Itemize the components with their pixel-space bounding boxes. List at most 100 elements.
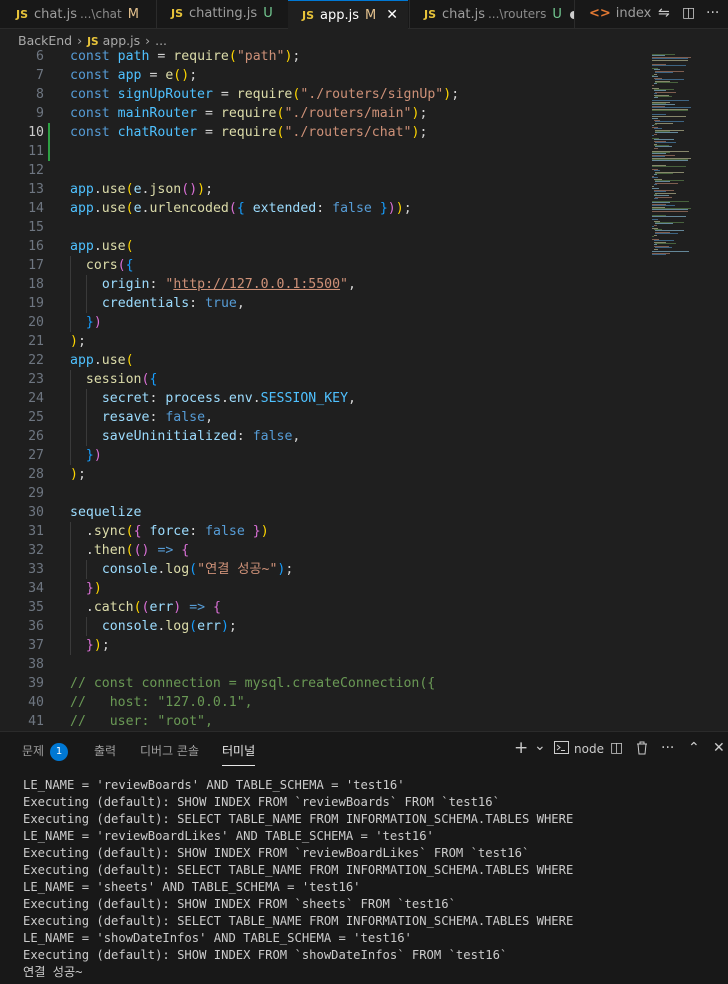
code-line[interactable]: 30 sequelize: [0, 503, 640, 522]
code-line[interactable]: 9 const mainRouter = require("./routers/m…: [0, 104, 640, 123]
code-line[interactable]: 39 // const connection = mysql.createConn…: [0, 674, 640, 693]
code-line[interactable]: 19 credentials: true,: [0, 294, 640, 313]
code-text: console.log("연결 성공~");: [101, 562, 294, 577]
tab-terminal[interactable]: 터미널: [222, 742, 256, 766]
modified-gutter-marker[interactable]: [48, 123, 50, 142]
line-number: 8: [36, 87, 44, 102]
code-line[interactable]: 15: [0, 218, 640, 237]
code-line[interactable]: 40 // host: "127.0.0.1",: [0, 693, 640, 712]
minimap-line: [655, 173, 673, 174]
line-number: 30: [28, 505, 44, 520]
breadcrumb-folder[interactable]: BackEnd: [18, 33, 72, 48]
breadcrumb-symbol[interactable]: ...: [155, 33, 167, 48]
breadcrumb-file[interactable]: app.js: [103, 33, 141, 48]
code-line[interactable]: 24 secret: process.env.SESSION_KEY,: [0, 389, 640, 408]
editor-scrollbar[interactable]: [718, 48, 728, 730]
maximize-panel-icon[interactable]: ⌃: [688, 740, 700, 756]
minimap[interactable]: [652, 48, 720, 256]
more-actions-icon[interactable]: ···: [706, 5, 719, 21]
code-line[interactable]: 13 app.use(e.json());: [0, 180, 640, 199]
minimap-line: [655, 122, 673, 124]
minimap-line: [652, 216, 687, 218]
code-line[interactable]: 17 cors({: [0, 256, 640, 275]
tab-status: U: [552, 7, 562, 22]
line-number: 40: [28, 695, 44, 710]
code-line[interactable]: 28);: [0, 465, 640, 484]
minimap-line: [653, 73, 657, 75]
line-number: 7: [36, 68, 44, 83]
code-text: secret: process.env.SESSION_KEY,: [101, 391, 356, 406]
code-line[interactable]: 22 app.use(: [0, 351, 640, 370]
code-line[interactable]: 41 // user: "root",: [0, 712, 640, 730]
code-line[interactable]: 7 const app = e();: [0, 66, 640, 85]
code-line[interactable]: 26 saveUninitialized: false,: [0, 427, 640, 446]
code-line[interactable]: 10 const chatRouter = require("./routers/…: [0, 123, 640, 142]
editor-tab-bar: JS chat.js ...\chat M JS chatting.js U JS app.…: [0, 0, 728, 29]
js-file-icon: JS: [16, 8, 29, 21]
code-line[interactable]: 16 app.use(: [0, 237, 640, 256]
tab-debug-console[interactable]: 디버그 콘솔: [140, 742, 199, 759]
code-line[interactable]: 36 console.log(err);: [0, 617, 640, 636]
compare-changes-icon[interactable]: ⇋: [658, 5, 670, 21]
code-line[interactable]: 37 });: [0, 636, 640, 655]
tab-chat-js-routers[interactable]: JS chat.js ...\routers U: [409, 0, 574, 28]
code-editor[interactable]: 6 const path = require("path"); 7 const app…: [0, 48, 728, 730]
tab-chatting-js[interactable]: JS chatting.js U: [156, 0, 287, 28]
code-text: .sync({ force: false }): [85, 524, 269, 539]
code-line[interactable]: 23 session({: [0, 370, 640, 389]
trash-icon[interactable]: [636, 741, 648, 759]
chevron-right-icon: ›: [77, 33, 83, 48]
line-number: 36: [28, 619, 44, 634]
code-line[interactable]: 8 const signUpRouter = require("./routers…: [0, 85, 640, 104]
minimap-line: [653, 224, 657, 226]
terminal-shell-label[interactable]: node: [574, 742, 604, 756]
tab-app-js[interactable]: JS app.js M ✕: [288, 0, 408, 29]
code-line[interactable]: 14 app.use(e.urlencoded({ extended: false…: [0, 199, 640, 218]
line-number: 25: [28, 410, 44, 425]
minimap-line: [655, 192, 676, 194]
terminal-line: Executing (default): SELECT TABLE_NAME F…: [23, 914, 574, 928]
code-line[interactable]: 38: [0, 655, 640, 674]
code-line[interactable]: 27 }): [0, 446, 640, 465]
chevron-down-icon[interactable]: ⌄: [534, 738, 546, 754]
line-number: 21: [28, 334, 44, 349]
code-text: );: [70, 334, 86, 349]
terminal-output[interactable]: LE_NAME = 'reviewBoards' AND TABLE_SCHEM…: [23, 777, 573, 981]
split-editor-icon[interactable]: ◫: [682, 5, 695, 21]
close-panel-icon[interactable]: ✕: [713, 740, 725, 756]
split-terminal-icon[interactable]: ◫: [610, 740, 623, 756]
line-number: 32: [28, 543, 44, 558]
minimap-line: [655, 223, 673, 225]
tab-label: 문제: [22, 744, 45, 758]
code-line[interactable]: 11: [0, 142, 640, 161]
line-number: 17: [28, 258, 44, 273]
code-line[interactable]: 20 }): [0, 313, 640, 332]
code-line[interactable]: 32 .then(() => {: [0, 541, 640, 560]
code-line[interactable]: 33 console.log("연결 성공~");: [0, 560, 640, 579]
modified-gutter-marker[interactable]: [48, 142, 50, 161]
more-actions-icon[interactable]: ···: [661, 740, 674, 756]
code-line[interactable]: 34 }): [0, 579, 640, 598]
minimap-line: [652, 254, 667, 256]
code-line[interactable]: 25 resave: false,: [0, 408, 640, 427]
tab-problems[interactable]: 문제 1: [22, 742, 69, 761]
minimap-line: [652, 115, 687, 117]
code-line[interactable]: 29: [0, 484, 640, 503]
new-terminal-icon[interactable]: +: [514, 738, 528, 758]
code-line[interactable]: 21);: [0, 332, 640, 351]
code-text: }): [85, 581, 102, 596]
code-line[interactable]: 12: [0, 161, 640, 180]
line-number: 26: [28, 429, 44, 444]
js-file-icon: JS: [424, 8, 437, 21]
close-icon[interactable]: ✕: [386, 7, 398, 23]
code-line[interactable]: 35 .catch((err) => {: [0, 598, 640, 617]
minimap-line: [652, 59, 688, 61]
tab-output[interactable]: 출력: [94, 742, 116, 759]
tab-index-html[interactable]: <> index.htı: [574, 0, 655, 28]
tab-chat-js-chat[interactable]: JS chat.js ...\chat M: [0, 0, 156, 28]
minimap-line: [655, 247, 672, 249]
code-line[interactable]: 6 const path = require("path");: [0, 48, 640, 66]
code-line[interactable]: 31 .sync({ force: false }): [0, 522, 640, 541]
code-line[interactable]: 18 origin: "http://127.0.0.1:5500",: [0, 275, 640, 294]
js-file-icon: JS: [87, 36, 99, 48]
